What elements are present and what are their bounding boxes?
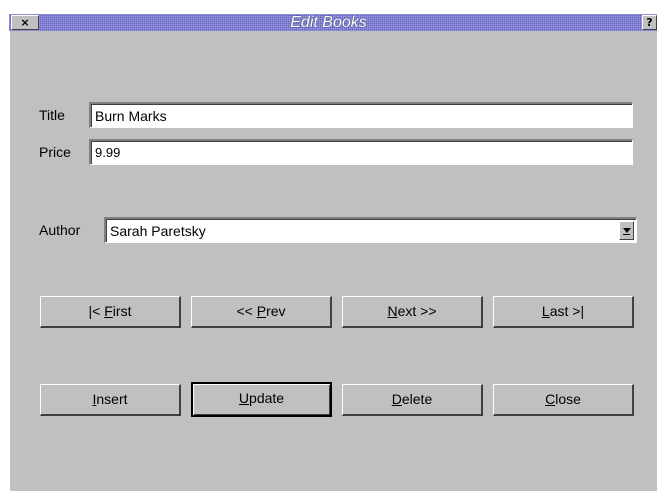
insert-button[interactable]: Insert [40,384,181,416]
last-button-label: ast >| [549,303,585,319]
author-label: Author [39,222,81,238]
prev-button-mnemonic: P [256,303,267,319]
close-button[interactable]: Close [493,384,634,416]
next-button-label: ext >> [397,303,437,319]
close-button-mnemonic: C [545,391,556,407]
last-button[interactable]: Last >| [493,296,634,328]
author-selected-value: Sarah Paretsky [110,223,206,239]
next-button[interactable]: Next >> [342,296,483,328]
delete-button-label: elete [401,391,433,407]
update-button[interactable]: Update [191,382,332,417]
price-label: Price [39,144,71,160]
delete-button[interactable]: Delete [342,384,483,416]
prev-button[interactable]: << Prev [191,296,332,328]
title-input[interactable]: Burn Marks [89,102,633,128]
price-input[interactable]: 9.99 [89,139,633,165]
close-button-label: lose [555,391,581,407]
help-icon: ? [646,16,653,29]
first-button[interactable]: |< First [40,296,181,328]
first-button-label: irst [112,303,132,319]
chevron-down-icon[interactable] [619,221,634,240]
delete-button-mnemonic: D [391,391,402,407]
last-button-mnemonic: L [541,303,550,319]
next-button-mnemonic: N [387,303,398,319]
first-button-prefix: |< [88,303,105,319]
prev-button-prefix: << [236,303,257,319]
title-label: Title [39,107,65,123]
help-button[interactable]: ? [642,15,657,30]
prev-button-label: rev [266,303,286,319]
update-button-label: pdate [249,390,285,406]
title-bar[interactable] [9,14,657,31]
author-combobox[interactable]: Sarah Paretsky [104,217,637,243]
edit-books-window [9,14,657,491]
close-icon: × [20,16,30,29]
first-button-mnemonic: F [104,303,113,319]
update-button-mnemonic: U [238,390,250,406]
close-window-button[interactable]: × [11,15,39,30]
insert-button-label: nsert [96,391,128,407]
